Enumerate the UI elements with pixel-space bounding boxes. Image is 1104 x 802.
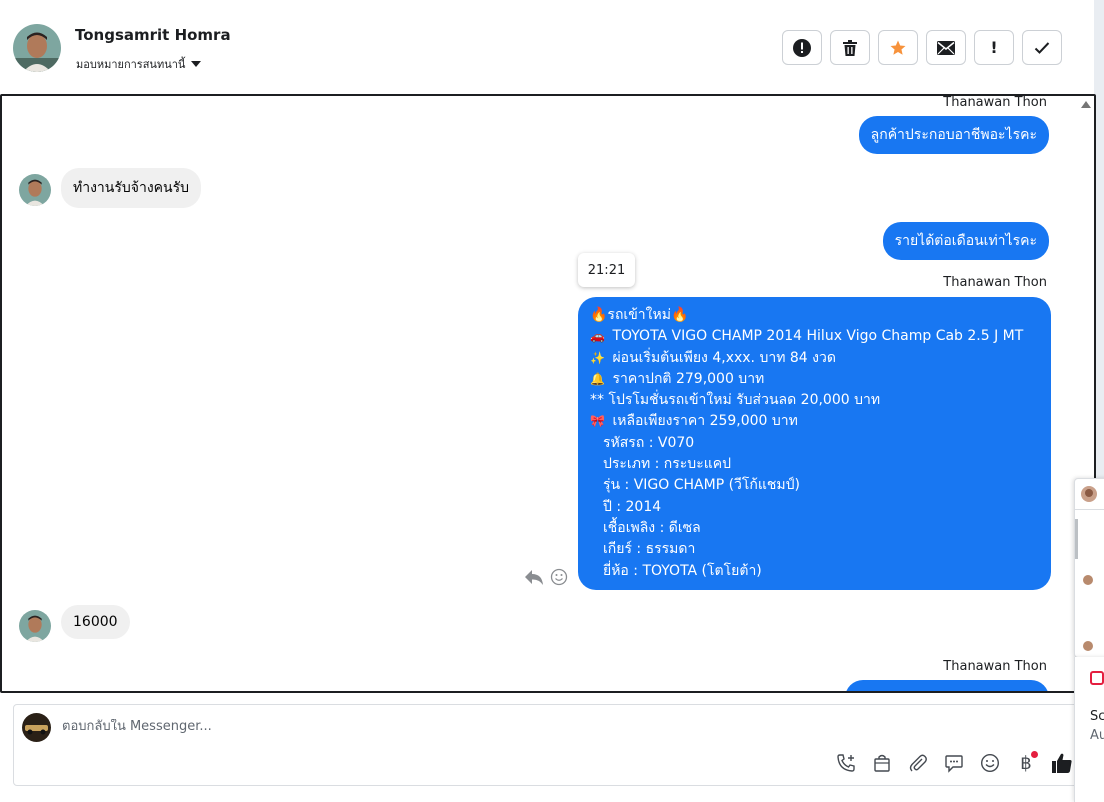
message-actions (524, 568, 568, 586)
contact-avatar-small (19, 174, 51, 206)
promo-icon (1090, 671, 1104, 685)
listing-text: ผ่อนเริ่มต้นเพียง 4,xxx. บาท 84 งวด (612, 349, 836, 366)
star-button[interactable] (878, 30, 918, 65)
incoming-message[interactable]: 16000 (61, 605, 130, 639)
listing-text: ปี : 2014 (603, 498, 662, 515)
listing-text: เหลือเพียงราคา 259,000 บาท (612, 413, 798, 430)
listing-line: 🎀 เหลือเพียงราคา 259,000 บาท (590, 411, 1039, 432)
inbox-window: Tongsamrit Homra มอบหมายการสนทนานี้ ! Th… (0, 0, 1096, 802)
envelope-icon (937, 40, 955, 55)
star-icon (890, 40, 906, 55)
sender-name: Thanawan Thon (943, 275, 1047, 290)
mark-done-button[interactable] (1022, 30, 1062, 65)
conversation-toolbar: ! (782, 30, 1062, 65)
listing-text: ยี่ห้อ : TOYOTA (โตโยต้า) (603, 562, 762, 579)
outgoing-message[interactable]: ลูกค้าประกอบอาชีพอะไรคะ (858, 116, 1049, 154)
contact-name[interactable]: Tongsamrit Homra (75, 26, 231, 44)
thumbs-up-icon (1052, 753, 1072, 773)
smiley-icon (980, 753, 1000, 773)
listing-line: ประเภท : กระบะแคป (590, 454, 1039, 475)
listing-text: 🔥รถเข้าใหม่🔥 (590, 307, 689, 323)
sender-name: Thanawan Thon (943, 95, 1047, 110)
mini-avatar (1083, 575, 1093, 585)
listing-text: เกียร์ : ธรรมดา (603, 541, 696, 558)
side-card-title: Sc (1090, 709, 1104, 724)
contact-avatar-small (19, 610, 51, 642)
listing-line: เชื้อเพลิง : ดีเซล (590, 518, 1039, 539)
alert-icon-button[interactable] (782, 30, 822, 65)
baht-currency-icon: ฿ (1020, 752, 1032, 774)
listing-line: ✨ ผ่อนเริ่มต้นเพียง 4,xxx. บาท 84 งวด (590, 348, 1039, 369)
chevron-down-icon (191, 61, 202, 67)
listing-line: ยี่ห้อ : TOYOTA (โตโยต้า) (590, 561, 1039, 582)
alert-circle-icon (793, 38, 811, 57)
attach-button[interactable] (906, 751, 930, 775)
reply-icon[interactable] (524, 568, 544, 586)
emoji-icon: ✨ (590, 350, 605, 365)
listing-line: รุ่น : VIGO CHAMP (วีโก้แชมป์) (590, 475, 1039, 496)
listing-text: TOYOTA VIGO CHAMP 2014 Hilux Vigo Champ … (612, 328, 1024, 345)
exclamation-icon: ! (990, 38, 998, 57)
saved-replies-button[interactable] (942, 751, 966, 775)
listing-line: ** โปรโมชั่นรถเข้าใหม่ รับส่วนลด 20,000 … (590, 390, 1039, 411)
listing-text: รุ่น : VIGO CHAMP (วีโก้แชมป์) (603, 477, 801, 494)
listing-line: เกียร์ : ธรรมดา (590, 539, 1039, 560)
mini-avatar (1081, 486, 1097, 502)
listing-line: 🔥รถเข้าใหม่🔥 (590, 305, 1039, 326)
emoji-icon: 🔔 (590, 371, 605, 386)
delete-button[interactable] (830, 30, 870, 65)
call-add-button[interactable] (834, 751, 858, 775)
scroll-up-arrow-icon[interactable] (1081, 101, 1091, 108)
car-listing-message[interactable]: 🔥รถเข้าใหม่🔥 🚗 TOYOTA VIGO CHAMP 2014 Hil… (578, 297, 1051, 590)
page-avatar (22, 713, 51, 742)
emoji-button[interactable] (978, 751, 1002, 775)
reply-input[interactable] (62, 719, 662, 734)
trash-icon (843, 39, 857, 56)
composer-toolbar: ฿ (834, 751, 1074, 775)
payment-button[interactable]: ฿ (1014, 751, 1038, 775)
outgoing-message-partial[interactable] (845, 680, 1049, 691)
mark-unread-button[interactable] (926, 30, 966, 65)
timestamp-tooltip: 21:21 (578, 253, 635, 287)
emoji-icon: 🎀 (590, 414, 605, 429)
contact-avatar[interactable] (13, 24, 61, 72)
listing-text: ** โปรโมชั่นรถเข้าใหม่ รับส่วนลด 20,000 … (590, 392, 881, 409)
listing-text: ประเภท : กระบะแคป (603, 456, 731, 473)
paperclip-icon (909, 754, 927, 772)
shop-button[interactable] (870, 751, 894, 775)
phone-plus-icon (837, 754, 855, 772)
listing-text: เชื้อเพลิง : ดีเซล (603, 519, 701, 536)
notification-dot (1031, 751, 1038, 758)
like-button[interactable] (1050, 751, 1074, 775)
listing-text: ราคาปกติ 279,000 บาท (612, 370, 765, 387)
checkmark-icon (1034, 41, 1050, 54)
assign-conversation-dropdown[interactable]: มอบหมายการสนทนานี้ (76, 55, 202, 73)
listing-line: รหัสรถ : V070 (590, 433, 1039, 454)
mini-avatar (1083, 641, 1093, 651)
listing-text: รหัสรถ : V070 (603, 434, 695, 451)
listing-line: 🚗 TOYOTA VIGO CHAMP 2014 Hilux Vigo Cham… (590, 326, 1039, 347)
emoji-icon: 🚗 (590, 329, 605, 344)
side-conversation-list[interactable] (1074, 478, 1104, 658)
shopping-bag-icon (874, 754, 890, 772)
listing-line: ปี : 2014 (590, 497, 1039, 518)
message-thread[interactable]: Thanawan Thon ลูกค้าประกอบอาชีพอะไรคะ ทำ… (0, 94, 1096, 693)
side-scrollbar[interactable] (1075, 519, 1078, 559)
side-panel-header (1075, 479, 1104, 510)
listing-line: 🔔 ราคาปกติ 279,000 บาท (590, 369, 1039, 390)
outgoing-message[interactable]: รายได้ต่อเดือนเท่าไรคะ (882, 222, 1049, 260)
incoming-message[interactable]: ทำงานรับจ้างคนรับ (61, 168, 202, 208)
side-card-subtitle: Au (1090, 728, 1104, 743)
reply-composer: ฿ (13, 704, 1081, 786)
side-promo-card[interactable]: Sc Au (1074, 657, 1104, 802)
mark-important-button[interactable]: ! (974, 30, 1014, 65)
sender-name: Thanawan Thon (943, 659, 1047, 674)
conversation-header: Tongsamrit Homra มอบหมายการสนทนานี้ ! (0, 0, 1094, 95)
assign-label: มอบหมายการสนทนานี้ (76, 58, 186, 71)
emoji-reaction-icon[interactable] (550, 568, 568, 586)
speech-bubble-icon (945, 755, 963, 773)
